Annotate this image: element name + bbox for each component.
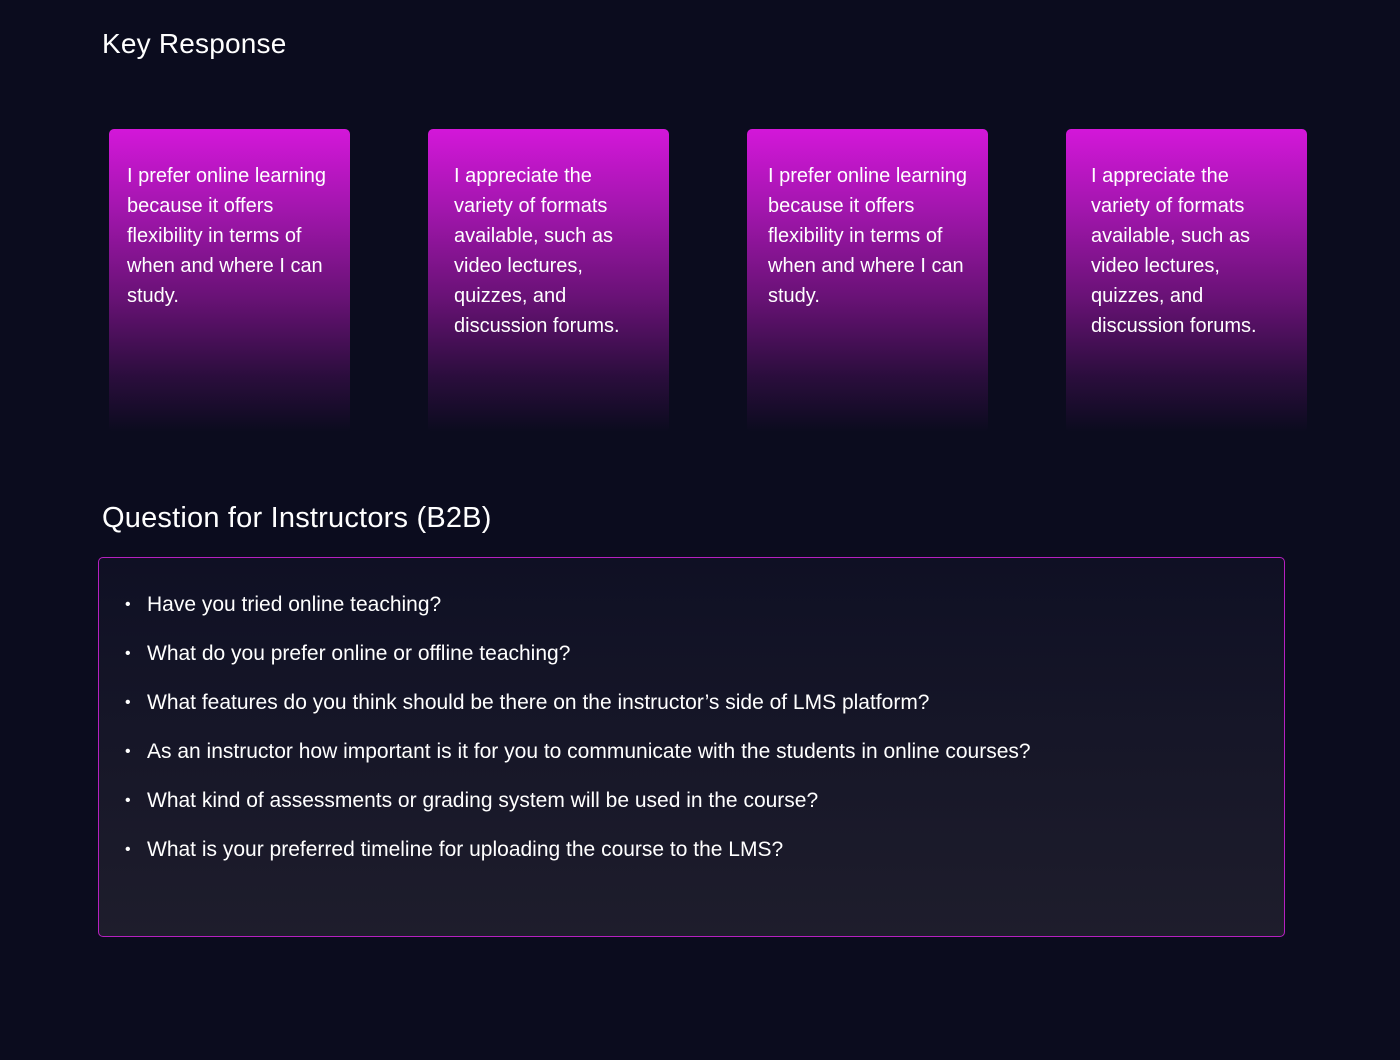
question-text: As an instructor how important is it for… xyxy=(147,740,1031,763)
bullet-icon: • xyxy=(125,743,131,760)
question-item: • What do you prefer online or offline t… xyxy=(123,637,1077,670)
question-item: • As an instructor how important is it f… xyxy=(123,735,1077,768)
bullet-icon: • xyxy=(125,596,131,613)
bullet-icon: • xyxy=(125,694,131,711)
response-card-text: I prefer online learning because it offe… xyxy=(768,165,968,307)
response-card: I prefer online learning because it offe… xyxy=(109,129,350,432)
question-text: Have you tried online teaching? xyxy=(147,593,442,616)
question-text: What kind of assessments or grading syst… xyxy=(147,789,819,812)
response-card-text: I prefer online learning because it offe… xyxy=(127,165,327,307)
question-item: • Have you tried online teaching? xyxy=(123,588,1077,621)
questions-box: • Have you tried online teaching? • What… xyxy=(98,557,1285,937)
question-list: • Have you tried online teaching? • What… xyxy=(123,588,1284,866)
response-card-text: I appreciate the variety of formats avai… xyxy=(454,165,620,337)
question-item: • What features do you think should be t… xyxy=(123,686,1077,719)
instructors-questions-title: Question for Instructors (B2B) xyxy=(102,502,492,534)
bullet-icon: • xyxy=(125,645,131,662)
question-text: What is your preferred timeline for uplo… xyxy=(147,838,784,861)
bullet-icon: • xyxy=(125,841,131,858)
response-card-text: I appreciate the variety of formats avai… xyxy=(1091,165,1257,337)
question-item: • What is your preferred timeline for up… xyxy=(123,833,1077,866)
response-card: I prefer online learning because it offe… xyxy=(747,129,988,432)
key-response-title: Key Response xyxy=(102,28,287,59)
question-item: • What kind of assessments or grading sy… xyxy=(123,784,1077,817)
bullet-icon: • xyxy=(125,792,131,809)
question-text: What features do you think should be the… xyxy=(147,691,930,714)
response-card: I appreciate the variety of formats avai… xyxy=(1066,129,1307,432)
question-text: What do you prefer online or offline tea… xyxy=(147,642,571,665)
response-card: I appreciate the variety of formats avai… xyxy=(428,129,669,432)
